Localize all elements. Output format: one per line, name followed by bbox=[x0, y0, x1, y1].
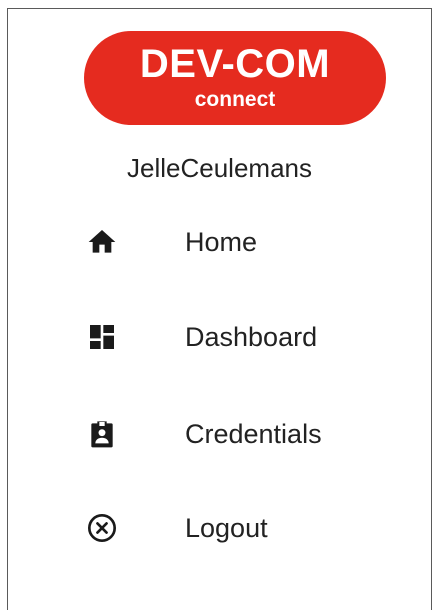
badge-icon bbox=[86, 418, 118, 450]
user-name: JelleCeulemans bbox=[127, 153, 312, 183]
close-circle-icon bbox=[86, 512, 118, 544]
nav-item-home[interactable]: Home bbox=[68, 214, 408, 270]
nav-label-home: Home bbox=[185, 227, 258, 257]
brand-logo[interactable]: DEV-COM connect bbox=[84, 31, 386, 125]
nav-label-credentials: Credentials bbox=[185, 419, 322, 449]
home-icon bbox=[86, 226, 118, 258]
logo-subtitle: connect bbox=[194, 88, 276, 111]
nav-label-dashboard: Dashboard bbox=[185, 322, 318, 352]
logo-title: DEV-COM bbox=[139, 42, 331, 86]
nav-label-logout: Logout bbox=[185, 513, 268, 543]
sidebar-panel: DEV-COM connect JelleCeulemans Home Dash… bbox=[7, 8, 432, 610]
dashboard-icon bbox=[86, 321, 118, 353]
nav-item-credentials[interactable]: Credentials bbox=[68, 406, 408, 462]
nav-item-dashboard[interactable]: Dashboard bbox=[68, 309, 408, 365]
nav-item-logout[interactable]: Logout bbox=[68, 500, 408, 556]
